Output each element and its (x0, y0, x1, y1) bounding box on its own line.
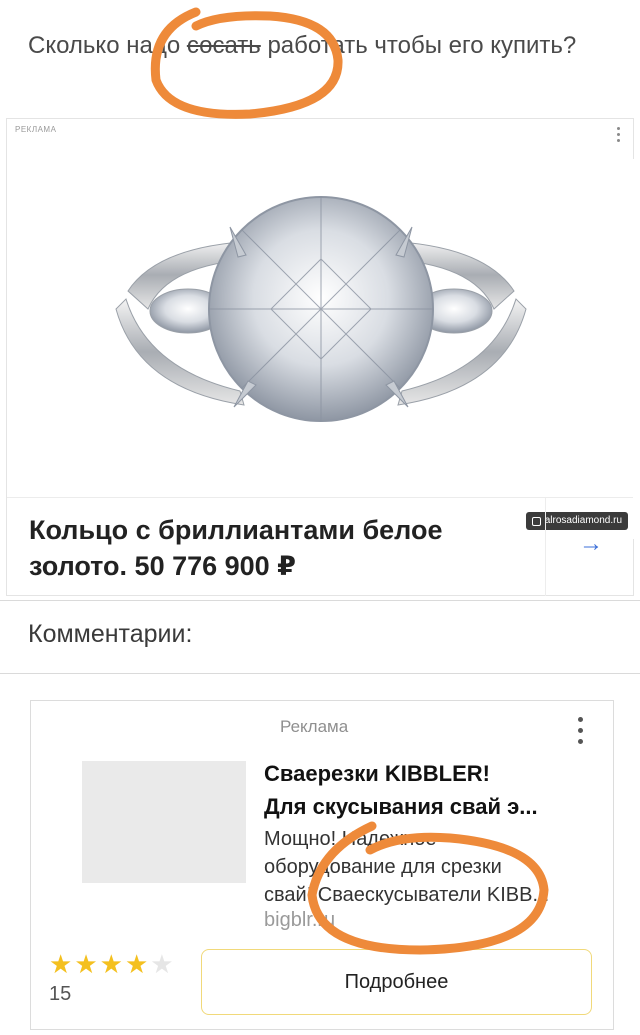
section-divider (0, 600, 640, 601)
comments-heading: Комментарии: (28, 620, 193, 648)
divider (545, 498, 546, 596)
ring-image[interactable]: alrosadiamond.ru (8, 159, 634, 539)
ad-description-line: свай! Сваескусыватели KIBB... (264, 884, 550, 906)
ad-menu-icon[interactable] (578, 717, 583, 744)
ring-ad-card[interactable]: РЕКЛАМА alrosadiamond.ru Кольцо с брилли… (6, 118, 634, 596)
star-filled-icon: ★ (74, 949, 98, 979)
ad-thumbnail[interactable] (82, 761, 246, 883)
ad-title[interactable]: Кольцо с бриллиантами белое золото. 50 7… (29, 512, 529, 584)
star-filled-icon: ★ (49, 949, 73, 979)
ad-label: Реклама (280, 717, 349, 736)
post-text-after: работать чтобы его купить? (260, 32, 577, 59)
post-text: Сколько надо сосать работать чтобы его к… (28, 28, 588, 64)
ad-description-line: оборудование для срезки (264, 856, 502, 878)
ad-title[interactable]: Сваерезки KIBBLER! Для скусывания свай э… (264, 757, 594, 823)
star-filled-icon: ★ (99, 949, 123, 979)
review-count: 15 (49, 983, 72, 1005)
ad-domain[interactable]: bigblr.ru (264, 909, 335, 932)
star-filled-icon: ★ (124, 949, 149, 979)
more-button[interactable]: Подробнее (201, 949, 592, 1015)
ad-title-line: Для скусывания свай э... (264, 794, 538, 819)
post-text-before: Сколько надо (28, 32, 187, 59)
post-text-struck-word: сосать (186, 32, 261, 59)
kibbler-ad-card[interactable]: Реклама Сваерезки KIBBLER! Для скусывани… (30, 700, 614, 1030)
arrow-right-icon[interactable]: → (579, 530, 603, 558)
ad-menu-icon[interactable] (617, 127, 623, 142)
diamond-ring-picture (115, 196, 527, 422)
ad-description: Мощно! Надежное оборудование для срезки … (264, 825, 594, 909)
ad-label: РЕКЛАМА (15, 125, 57, 134)
ad-description-line: Мощно! Надежное (264, 828, 437, 850)
section-divider (0, 673, 640, 674)
rating-stars: ★ ★ ★ ★ ★ (49, 951, 174, 977)
star-empty-icon: ★ (150, 949, 174, 979)
ad-title-line: Сваерезки KIBBLER! (264, 761, 490, 786)
ad-caption[interactable]: Кольцо с бриллиантами белое золото. 50 7… (7, 497, 633, 596)
